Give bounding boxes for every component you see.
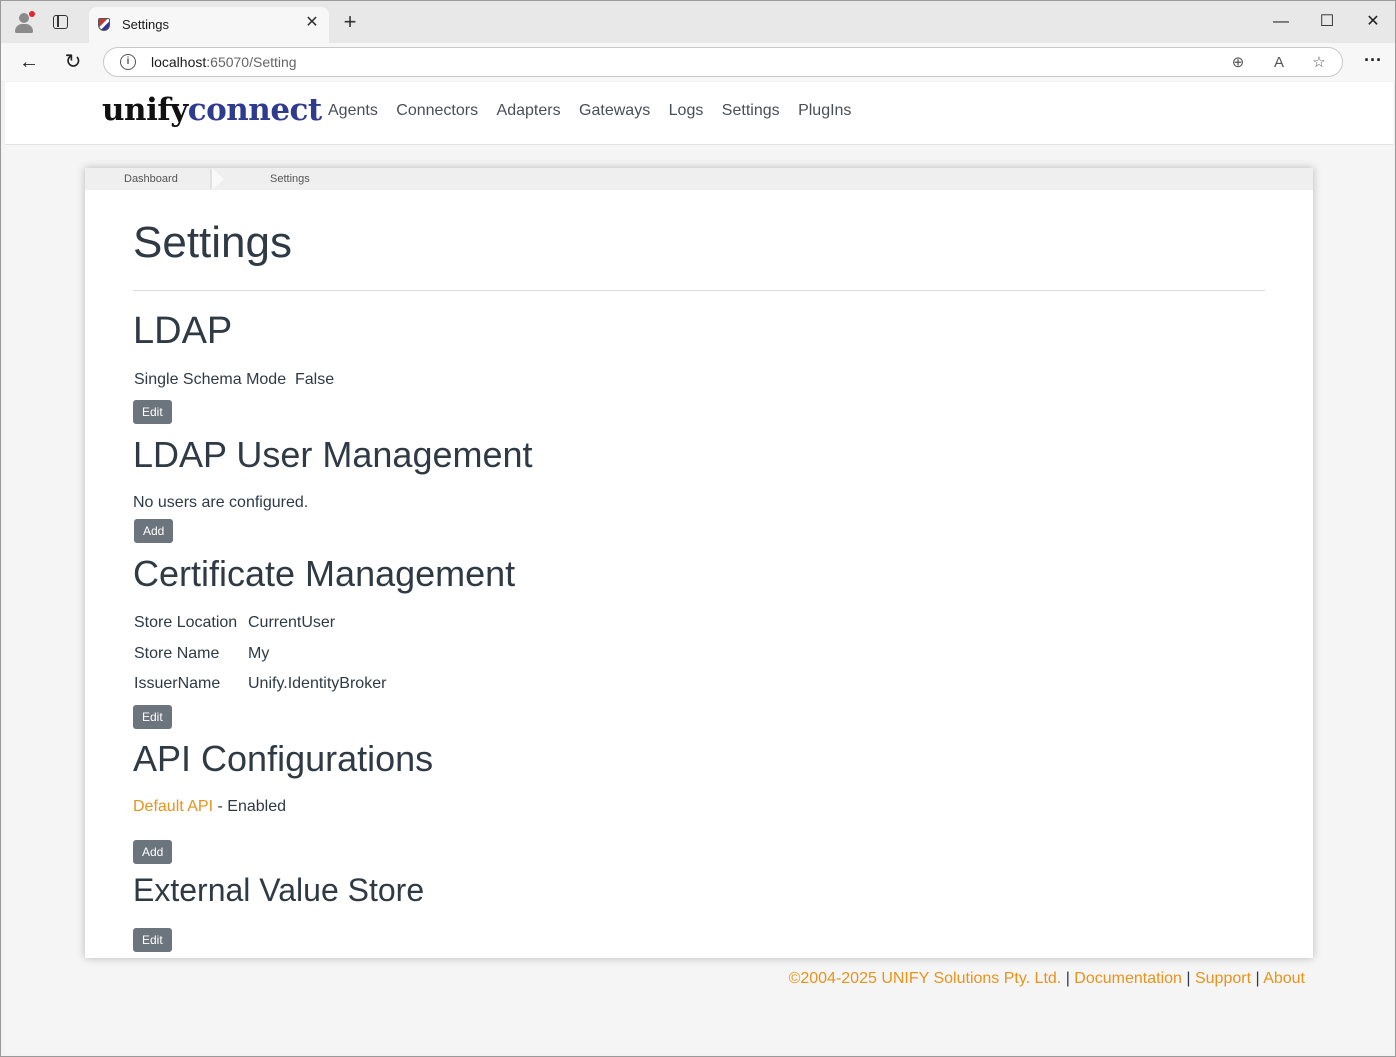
read-aloud-icon[interactable]: A bbox=[1269, 53, 1289, 73]
footer-separator: | bbox=[1061, 970, 1075, 987]
zoom-icon[interactable]: ⊕ bbox=[1228, 53, 1248, 73]
nav-connectors[interactable]: Connectors bbox=[396, 102, 478, 120]
breadcrumb-settings: Settings bbox=[270, 173, 310, 185]
nav-adapters[interactable]: Adapters bbox=[497, 102, 561, 120]
footer-about-link[interactable]: About bbox=[1263, 970, 1305, 987]
browser-tab[interactable]: Settings ✕ bbox=[89, 7, 329, 43]
maximize-icon[interactable]: ☐ bbox=[1312, 9, 1342, 35]
url-text: localhost:65070/Setting bbox=[151, 54, 297, 70]
profile-icon[interactable] bbox=[13, 11, 35, 33]
single-schema-label: Single Schema Mode bbox=[134, 371, 287, 388]
footer-documentation-link[interactable]: Documentation bbox=[1074, 970, 1182, 987]
nav-plugins[interactable]: PlugIns bbox=[798, 102, 851, 120]
app-navbar: unifyconnect Agents Connectors Adapters … bbox=[5, 82, 1393, 145]
tab-strip: Settings ✕ + — ☐ ✕ bbox=[1, 1, 1395, 43]
close-window-icon[interactable]: ✕ bbox=[1358, 9, 1388, 35]
browser-window: Settings ✕ + — ☐ ✕ ← ↻ i localhost:65070… bbox=[0, 0, 1396, 1057]
api-heading: API Configurations bbox=[133, 738, 434, 779]
address-bar-row: ← ↻ i localhost:65070/Setting ⊕ A ☆ ··· bbox=[1, 43, 1395, 81]
certificate-heading: Certificate Management bbox=[133, 553, 516, 594]
ldap-users-add-button[interactable]: Add bbox=[134, 519, 174, 543]
footer-separator: | bbox=[1251, 970, 1264, 987]
certificate-edit-button[interactable]: Edit bbox=[133, 705, 172, 729]
main-menu: Agents Connectors Adapters Gateways Logs… bbox=[328, 102, 865, 120]
footer-support-link[interactable]: Support bbox=[1195, 970, 1251, 987]
api-config-line: Default API - Enabled bbox=[133, 798, 286, 816]
api-status: - Enabled bbox=[213, 798, 286, 815]
page-title: Settings bbox=[133, 218, 292, 267]
ldap-edit-button[interactable]: Edit bbox=[133, 400, 172, 424]
store-location-label: Store Location bbox=[134, 614, 238, 631]
breadcrumb-dashboard[interactable]: Dashboard bbox=[124, 173, 178, 185]
page-viewport: unifyconnect Agents Connectors Adapters … bbox=[5, 82, 1393, 1054]
issuer-name-label: IssuerName bbox=[134, 675, 221, 692]
close-tab-icon[interactable]: ✕ bbox=[303, 14, 321, 32]
more-menu-icon[interactable]: ··· bbox=[1361, 50, 1385, 74]
default-api-link[interactable]: Default API bbox=[133, 798, 213, 815]
refresh-icon[interactable]: ↻ bbox=[61, 50, 85, 74]
api-add-button[interactable]: Add bbox=[133, 840, 173, 864]
divider bbox=[133, 290, 1265, 291]
breadcrumb: Dashboard Settings bbox=[85, 168, 1313, 190]
footer-copyright[interactable]: ©2004-2025 UNIFY Solutions Pty. Ltd. bbox=[789, 970, 1062, 987]
minimize-icon[interactable]: — bbox=[1266, 9, 1296, 35]
site-info-icon[interactable]: i bbox=[120, 54, 136, 70]
ldap-users-heading: LDAP User Management bbox=[133, 434, 533, 475]
issuer-name-value: Unify.IdentityBroker bbox=[248, 675, 387, 692]
no-users-message: No users are configured. bbox=[133, 494, 309, 511]
footer: ©2004-2025 UNIFY Solutions Pty. Ltd. | D… bbox=[789, 970, 1305, 988]
nav-logs[interactable]: Logs bbox=[669, 102, 704, 120]
external-value-store-heading: External Value Store bbox=[133, 872, 425, 908]
favorite-star-icon[interactable]: ☆ bbox=[1309, 53, 1329, 73]
tab-title: Settings bbox=[122, 17, 169, 32]
ldap-heading: LDAP bbox=[133, 310, 233, 352]
single-schema-value: False bbox=[295, 371, 335, 388]
address-bar[interactable]: i localhost:65070/Setting ⊕ A ☆ bbox=[103, 47, 1343, 77]
store-name-value: My bbox=[248, 645, 270, 662]
footer-separator: | bbox=[1181, 970, 1195, 987]
favicon-icon bbox=[98, 18, 110, 31]
store-name-label: Store Name bbox=[134, 645, 220, 662]
new-tab-icon[interactable]: + bbox=[341, 11, 359, 33]
settings-card: Dashboard Settings Settings LDAP Single … bbox=[85, 168, 1313, 958]
nav-agents[interactable]: Agents bbox=[328, 102, 378, 120]
back-icon[interactable]: ← bbox=[17, 50, 41, 74]
store-location-value: CurrentUser bbox=[248, 614, 336, 631]
nav-settings[interactable]: Settings bbox=[722, 102, 780, 120]
external-value-store-edit-button[interactable]: Edit bbox=[133, 928, 172, 952]
nav-gateways[interactable]: Gateways bbox=[579, 102, 650, 120]
logo[interactable]: unifyconnect bbox=[102, 92, 322, 128]
tab-actions-icon[interactable] bbox=[53, 15, 68, 29]
